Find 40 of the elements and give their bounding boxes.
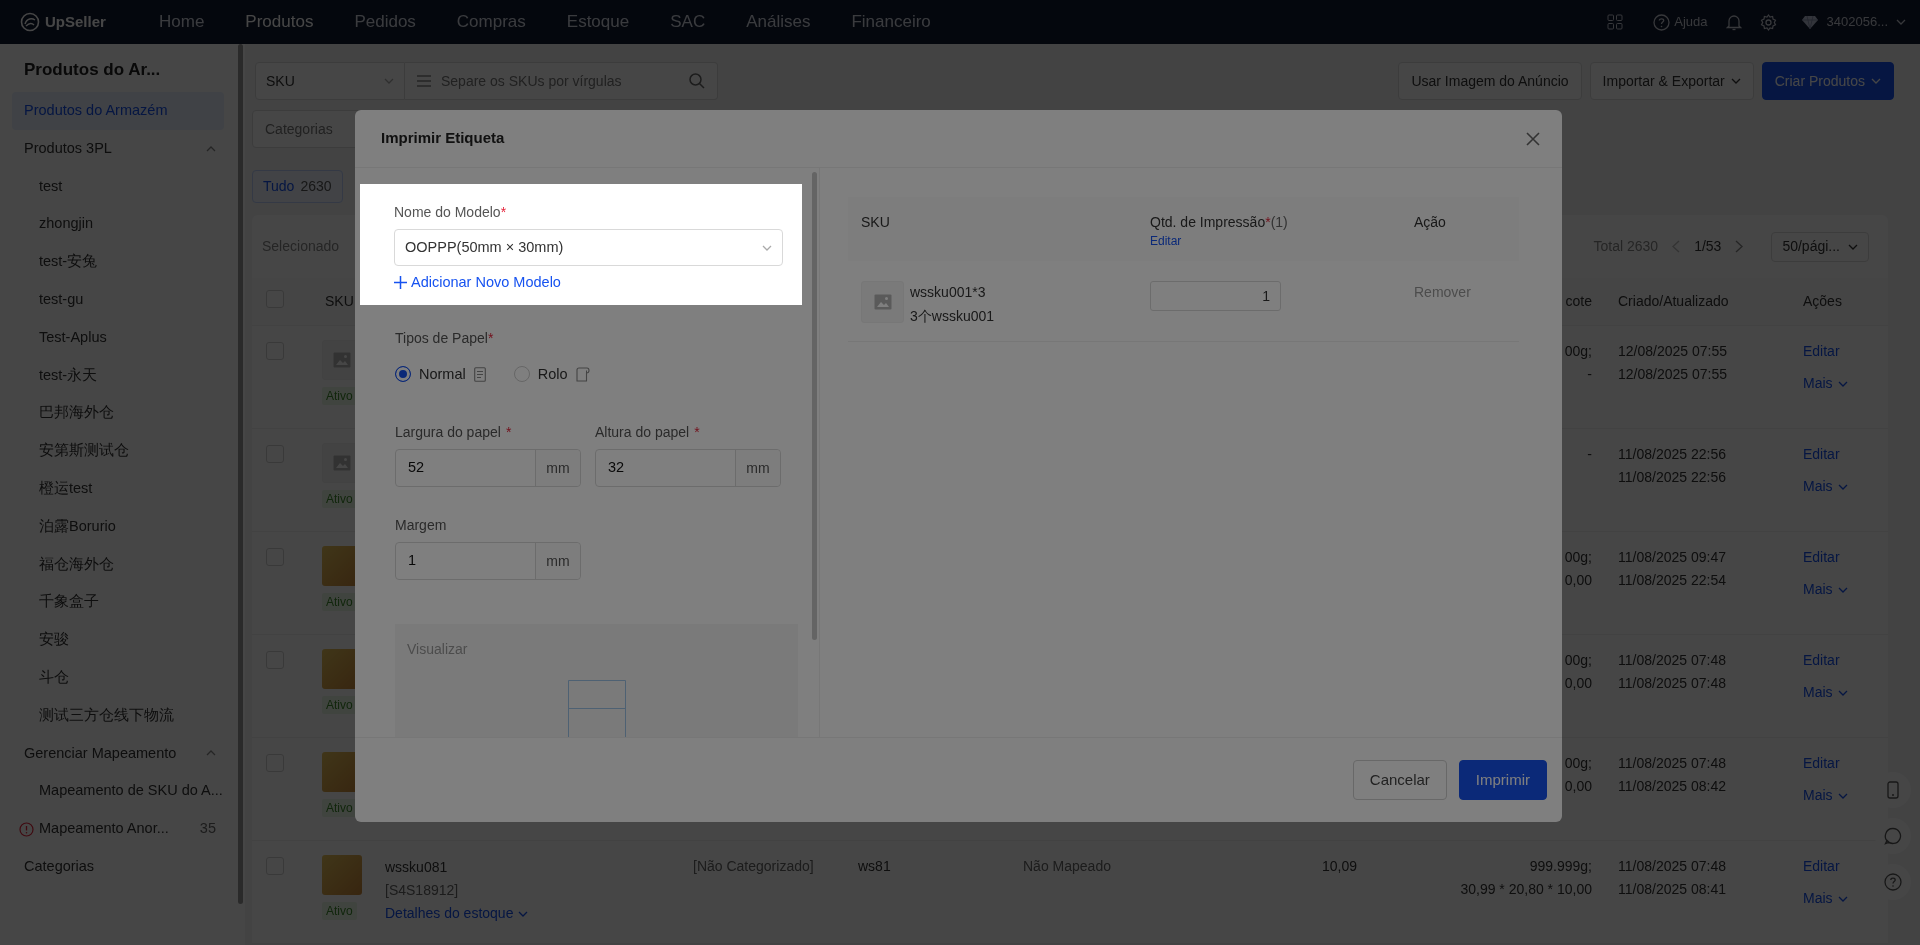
sku-name: 3个wssku001 <box>910 307 995 326</box>
weight-text: 0,00 <box>1564 572 1592 588</box>
date-text: 12/08/2025 07:55 <box>1618 343 1727 359</box>
dialog-title: Imprimir Etiqueta <box>381 128 505 149</box>
page-indicator: 1/53 <box>1694 237 1722 256</box>
sku-text: wssku081 <box>385 858 449 877</box>
date-text: 11/08/2025 08:42 <box>1618 778 1726 794</box>
weight-text: 30,99 * 20,80 * 10,00 <box>1460 881 1592 897</box>
weight-text: - <box>1587 366 1592 382</box>
date-text: 11/08/2025 07:48 <box>1618 858 1726 874</box>
field-label: Tipos de Papel* <box>395 328 495 347</box>
field-label-spaced: Altura do papel * <box>595 423 701 442</box>
date-text: 11/08/2025 22:56 <box>1618 446 1726 462</box>
date-text: 11/08/2025 09:47 <box>1618 549 1726 565</box>
sku-text: wssku001*3 <box>910 283 987 302</box>
weight-text: 0,00 <box>1564 778 1592 794</box>
date-text: 11/08/2025 08:41 <box>1618 881 1726 897</box>
weight-text: 00g; <box>1564 343 1592 359</box>
weight-text: 999.999g; <box>1529 858 1592 874</box>
sidebar-title: Produtos do Ar... <box>23 59 162 81</box>
reference-text: ws81 <box>858 858 891 874</box>
field-label: Nome do Modelo* <box>394 203 508 221</box>
weight-text: - <box>1587 446 1592 462</box>
date-text: 12/08/2025 07:55 <box>1618 366 1727 382</box>
weight-text: 0,00 <box>1564 675 1592 691</box>
column-header: SKU <box>861 214 890 230</box>
date-text: 11/08/2025 22:56 <box>1618 469 1726 485</box>
field-label-spaced: Largura do papel * <box>395 423 513 442</box>
column-header: Ação <box>1414 214 1446 230</box>
price-text: 10,09 <box>1321 858 1357 874</box>
weight-text: 00g; <box>1564 755 1592 771</box>
weight-text: 00g; <box>1564 549 1592 565</box>
weight-text: 00g; <box>1564 652 1592 668</box>
date-text: 11/08/2025 07:48 <box>1618 652 1726 668</box>
date-text: 11/08/2025 07:48 <box>1618 755 1726 771</box>
date-text: 11/08/2025 22:54 <box>1618 572 1726 588</box>
logo-text: UpSeller <box>45 11 106 32</box>
field-label: Margem <box>395 516 448 535</box>
date-text: 11/08/2025 07:48 <box>1618 675 1726 691</box>
column-header: Qtd. de Impressão*(1) <box>1150 214 1288 230</box>
